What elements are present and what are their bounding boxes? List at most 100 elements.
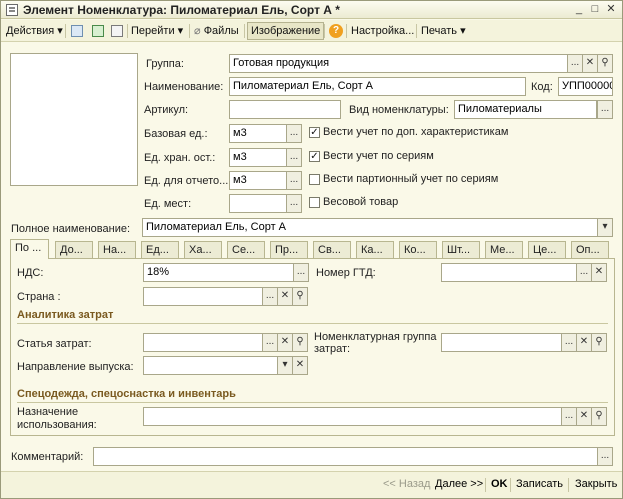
comment-field[interactable] bbox=[93, 447, 598, 466]
fullname-label: Полное наименование: bbox=[11, 223, 131, 235]
tab-12[interactable]: Ме... bbox=[485, 241, 523, 258]
search-icon[interactable]: ⚲ bbox=[591, 333, 607, 352]
store-unit-label: Ед. хран. ост.: bbox=[144, 152, 216, 164]
save-icon[interactable] bbox=[69, 23, 85, 39]
search-icon[interactable]: ⚲ bbox=[597, 54, 613, 73]
output-dir-field[interactable] bbox=[143, 356, 278, 375]
select-button[interactable]: ... bbox=[286, 194, 302, 213]
clear-icon[interactable]: ✕ bbox=[277, 287, 293, 306]
group-field[interactable]: Готовая продукция bbox=[229, 54, 568, 73]
vat-label: НДС: bbox=[17, 267, 44, 279]
base-unit-field[interactable]: м3 bbox=[229, 124, 287, 143]
article-field[interactable] bbox=[229, 100, 341, 119]
footer-separator bbox=[510, 478, 511, 492]
ok-button[interactable]: OK bbox=[491, 478, 508, 490]
tab-panel: НДС: 18% ... Номер ГТД: ... ✕ Страна : .… bbox=[10, 258, 615, 436]
tab-general[interactable]: По ... bbox=[10, 239, 49, 259]
settings-button[interactable]: Настройка... bbox=[351, 23, 414, 39]
fullname-field[interactable]: Пиломатериал Ель, Сорт А bbox=[142, 218, 598, 237]
select-button[interactable]: ... bbox=[262, 287, 278, 306]
clear-icon[interactable]: ✕ bbox=[277, 333, 293, 352]
files-label: Файлы bbox=[203, 25, 239, 37]
close-icon[interactable]: ✕ bbox=[604, 3, 618, 16]
vat-field[interactable]: 18% bbox=[143, 263, 294, 282]
name-field[interactable]: Пиломатериал Ель, Сорт А bbox=[229, 77, 526, 96]
tab-2[interactable]: До... bbox=[55, 241, 93, 258]
comment-label: Комментарий: bbox=[11, 451, 84, 463]
refresh-icon[interactable] bbox=[90, 23, 106, 39]
item-image[interactable] bbox=[10, 53, 138, 186]
purpose-field[interactable] bbox=[143, 407, 562, 426]
select-button[interactable]: ... bbox=[561, 333, 577, 352]
next-button[interactable]: Далее >> bbox=[435, 478, 483, 490]
title-bar: Элемент Номенклатура: Пиломатериал Ель, … bbox=[1, 1, 622, 19]
select-button[interactable]: ... bbox=[561, 407, 577, 426]
minimize-icon[interactable]: _ bbox=[572, 3, 586, 16]
print-label: Печать bbox=[421, 25, 458, 37]
clear-icon[interactable]: ✕ bbox=[591, 263, 607, 282]
select-button[interactable]: ... bbox=[286, 171, 302, 190]
select-button[interactable]: ... bbox=[597, 447, 613, 466]
clear-icon[interactable]: ✕ bbox=[576, 333, 592, 352]
help-icon[interactable]: ? bbox=[328, 23, 344, 39]
actions-label: Действия bbox=[6, 25, 55, 37]
output-dir-label: Направление выпуска: bbox=[17, 361, 134, 373]
weight-checkbox[interactable] bbox=[309, 197, 320, 208]
select-button[interactable]: ... bbox=[576, 263, 592, 282]
clear-icon[interactable]: ✕ bbox=[582, 54, 598, 73]
tab-14[interactable]: Оп... bbox=[571, 241, 609, 258]
extra-props-checkbox[interactable]: ✓ bbox=[309, 127, 320, 138]
tab-7[interactable]: Пр... bbox=[270, 241, 308, 258]
report-unit-field[interactable]: м3 bbox=[229, 171, 287, 190]
extra-props-label: Вести учет по доп. характеристикам bbox=[323, 126, 509, 138]
goto-menu[interactable]: Перейти ▾ bbox=[131, 23, 183, 39]
toolbar-separator bbox=[127, 24, 128, 38]
select-button[interactable]: ... bbox=[262, 333, 278, 352]
select-button[interactable]: ... bbox=[293, 263, 309, 282]
maximize-icon[interactable]: □ bbox=[588, 3, 602, 16]
save-button[interactable]: Записать bbox=[516, 478, 563, 490]
tab-5[interactable]: Ха... bbox=[184, 241, 222, 258]
series-checkbox[interactable]: ✓ bbox=[309, 151, 320, 162]
tab-9[interactable]: Ка... bbox=[356, 241, 394, 258]
select-button[interactable]: ... bbox=[286, 124, 302, 143]
tab-8[interactable]: Св... bbox=[313, 241, 351, 258]
cost-item-field[interactable] bbox=[143, 333, 263, 352]
country-field[interactable] bbox=[143, 287, 263, 306]
clear-icon[interactable]: ✕ bbox=[292, 356, 308, 375]
place-unit-label: Ед. мест: bbox=[144, 198, 192, 210]
dropdown-button[interactable]: ▾ bbox=[277, 356, 293, 375]
nom-group-field[interactable] bbox=[441, 333, 562, 352]
select-button[interactable]: ... bbox=[597, 100, 613, 119]
tab-13[interactable]: Це... bbox=[528, 241, 566, 258]
back-button[interactable]: << Назад bbox=[383, 478, 430, 490]
print-menu[interactable]: Печать ▾ bbox=[421, 23, 466, 39]
gtd-field[interactable] bbox=[441, 263, 577, 282]
tab-10[interactable]: Ко... bbox=[399, 241, 437, 258]
batch-label: Вести партионный учет по сериям bbox=[323, 173, 499, 185]
search-icon[interactable]: ⚲ bbox=[292, 333, 308, 352]
dropdown-button[interactable]: ▾ bbox=[597, 218, 613, 237]
footer-separator bbox=[568, 478, 569, 492]
kind-field[interactable]: Пиломатериалы bbox=[454, 100, 597, 119]
close-button[interactable]: Закрыть bbox=[575, 478, 617, 490]
tab-11[interactable]: Шт... bbox=[442, 241, 480, 258]
select-button[interactable]: ... bbox=[286, 148, 302, 167]
image-button[interactable]: Изображение bbox=[247, 22, 325, 40]
clear-icon[interactable]: ✕ bbox=[576, 407, 592, 426]
group-label: Группа: bbox=[146, 58, 184, 70]
tab-6[interactable]: Се... bbox=[227, 241, 265, 258]
tab-3[interactable]: На... bbox=[98, 241, 136, 258]
actions-menu[interactable]: Действия ▾ bbox=[6, 23, 63, 39]
copy-icon[interactable] bbox=[109, 23, 125, 39]
search-icon[interactable]: ⚲ bbox=[292, 287, 308, 306]
select-button[interactable]: ... bbox=[567, 54, 583, 73]
search-icon[interactable]: ⚲ bbox=[591, 407, 607, 426]
store-unit-field[interactable]: м3 bbox=[229, 148, 287, 167]
toolbar-separator bbox=[346, 24, 347, 38]
batch-checkbox[interactable] bbox=[309, 174, 320, 185]
files-button[interactable]: ⌀ Файлы bbox=[194, 23, 239, 39]
code-field[interactable]: УПП000000 bbox=[558, 77, 613, 96]
tab-4[interactable]: Ед... bbox=[141, 241, 179, 258]
place-unit-field[interactable] bbox=[229, 194, 287, 213]
